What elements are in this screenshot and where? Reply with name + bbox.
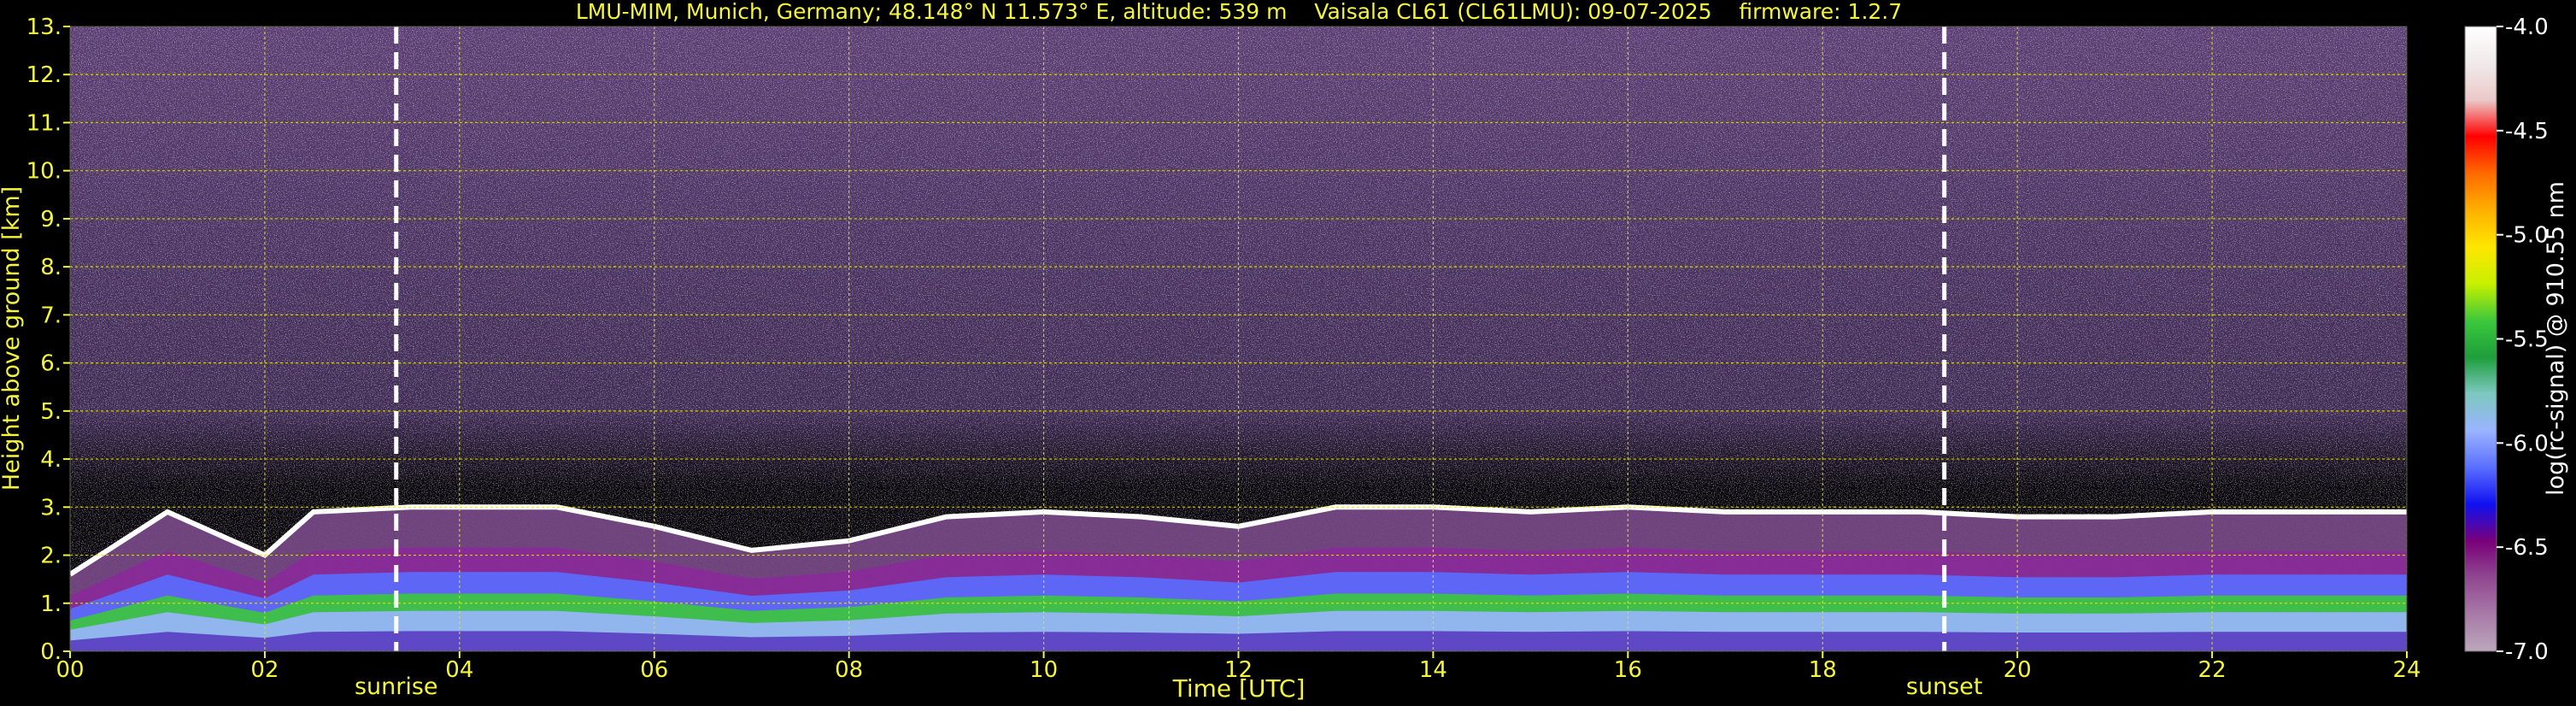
y-axis-label: Height above ground [km] (0, 186, 25, 491)
colorbar-tick-label: -4.0 (2505, 15, 2549, 40)
colorbar: -4.0-4.5-5.0-5.5-6.0-6.5-7.0 log(rc-sign… (2464, 15, 2569, 665)
y-tick-label: 10. (26, 159, 62, 185)
x-tick-label: 08 (835, 657, 863, 683)
y-tick-label: 8. (40, 255, 62, 280)
y-tick-label: 4. (40, 447, 62, 473)
y-tick-label: 1. (40, 591, 62, 617)
x-tick-label: 00 (56, 657, 84, 683)
x-tick-label: 24 (2392, 657, 2421, 683)
x-tick-label: 04 (445, 657, 473, 683)
plot-area (70, 26, 2407, 651)
x-tick-label: 14 (1419, 657, 1447, 683)
y-axis-ticks: 0.1.2.3.4.5.6.7.8.9.10.11.12.13. (26, 15, 70, 665)
colorbar-tick-label: -4.5 (2505, 119, 2549, 144)
x-tick-label: 10 (1030, 657, 1058, 683)
chart-title: LMU-MIM, Munich, Germany; 48.148° N 11.5… (576, 0, 1902, 24)
y-tick-label: 9. (40, 207, 62, 232)
boundary-layer-layers (70, 504, 2407, 651)
y-tick-label: 6. (40, 351, 62, 377)
sunset-label: sunset (1906, 674, 1983, 700)
ceilometer-chart: LMU-MIM, Munich, Germany; 48.148° N 11.5… (0, 0, 2569, 703)
x-tick-label: 02 (250, 657, 279, 683)
marker-labels: sunrise sunset (355, 674, 1983, 700)
y-tick-label: 7. (40, 303, 62, 328)
colorbar-gradient (2465, 26, 2497, 651)
x-tick-label: 18 (1809, 657, 1837, 683)
sunrise-label: sunrise (355, 674, 438, 700)
y-tick-label: 3. (40, 495, 62, 521)
colorbar-tick-label: -7.0 (2505, 639, 2549, 665)
x-tick-label: 06 (640, 657, 668, 683)
x-tick-label: 22 (2198, 657, 2227, 683)
colorbar-tick-label: -6.5 (2505, 535, 2549, 561)
x-axis-label: Time [UTC] (1172, 674, 1306, 703)
y-tick-label: 2. (40, 544, 62, 569)
x-tick-label: 20 (2004, 657, 2032, 683)
colorbar-ticks: -4.0-4.5-5.0-5.5-6.0-6.5-7.0 (2497, 15, 2549, 665)
x-tick-label: 16 (1614, 657, 1642, 683)
colorbar-label: log(rc-signal) @ 910.55 nm (2543, 181, 2569, 496)
y-tick-label: 13. (26, 15, 62, 40)
y-tick-label: 5. (40, 399, 62, 425)
y-tick-label: 12. (26, 62, 62, 88)
y-tick-label: 11. (26, 110, 62, 136)
